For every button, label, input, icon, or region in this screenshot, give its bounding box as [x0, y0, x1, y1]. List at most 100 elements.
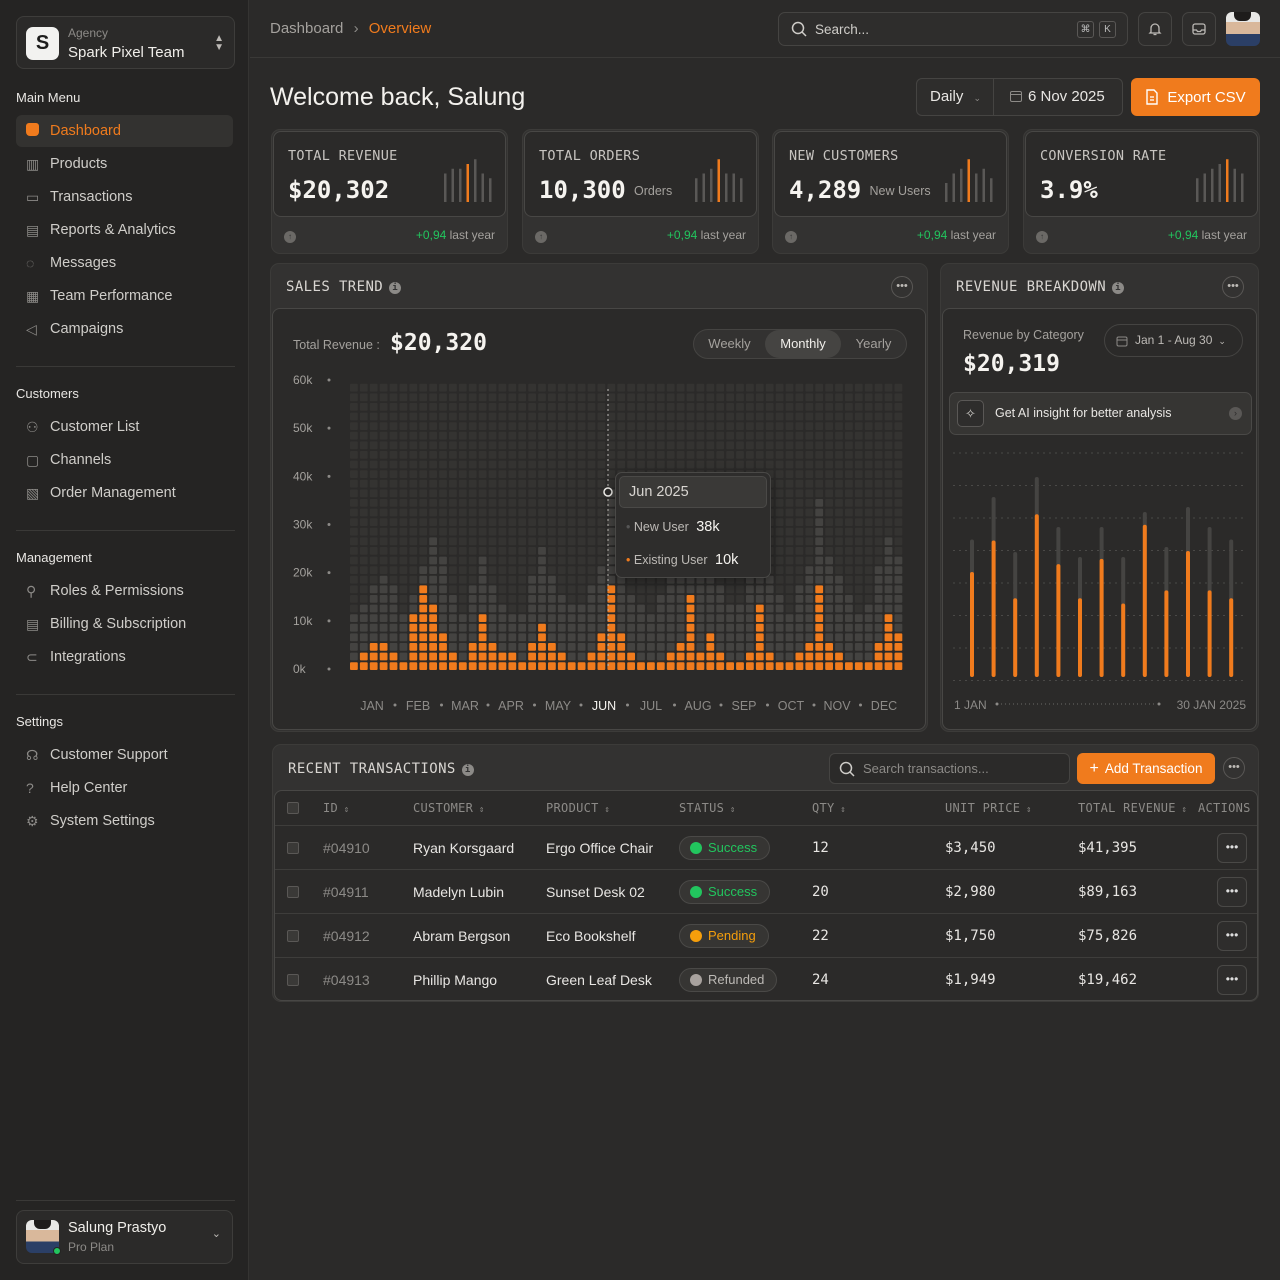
bar-cell [449, 489, 457, 498]
column-header-unit-price[interactable]: UNIT PRICE ⇕ [945, 801, 1032, 815]
inbox-button[interactable] [1182, 12, 1216, 46]
select-all-checkbox[interactable] [287, 802, 299, 814]
stat-delta: +0,94 [666, 228, 698, 242]
export-csv-button[interactable]: Export CSV [1131, 78, 1260, 116]
stat-delta-label: last year [1201, 228, 1247, 242]
breadcrumb-dashboard[interactable]: Dashboard [270, 20, 343, 37]
breadcrumb: Dashboard › Overview [270, 20, 431, 37]
table-row[interactable]: #04911 Madelyn Lubin Sunset Desk 02 Success… [275, 869, 1257, 913]
bar-cell [795, 527, 804, 536]
sidebar-item-customer-support[interactable]: ☊ Customer Support [16, 739, 233, 771]
bar-cell [617, 662, 626, 670]
sidebar-item-reports-analytics[interactable]: ▤ Reports & Analytics [16, 214, 233, 246]
sidebar-item-products[interactable]: ▥ Products [16, 148, 233, 180]
header-avatar[interactable] [1226, 12, 1260, 46]
bar-cell [548, 393, 556, 402]
team-switcher[interactable]: S Agency Spark Pixel Team ▲ ▼ [16, 16, 235, 69]
stat-title: TOTAL ORDERS [539, 148, 641, 164]
row-actions-button[interactable]: ••• [1217, 877, 1247, 907]
bar-cell [468, 595, 477, 603]
row-checkbox[interactable] [287, 974, 299, 986]
sidebar-item-customer-list[interactable]: ⚇ Customer List [16, 411, 233, 443]
column-header-id[interactable]: ID ⇕ [323, 801, 350, 815]
bar-cell [607, 604, 616, 613]
bar-cell [894, 537, 903, 546]
date-picker[interactable]: 6 Nov 2025 [995, 79, 1123, 115]
bar-cell [439, 575, 447, 584]
breadcrumb-overview[interactable]: Overview [369, 20, 432, 37]
bar-cell [548, 460, 556, 469]
sidebar-item-dashboard[interactable]: Dashboard [16, 115, 233, 147]
row-actions-button[interactable]: ••• [1217, 921, 1247, 951]
sales-trend-chart[interactable]: 60k50k40k30k20k10k0kJAN FEB MAR APR MAY JUN JU… [271, 264, 929, 733]
bar-cell [458, 652, 467, 661]
more-options-button[interactable]: ••• [1223, 757, 1245, 779]
sidebar-item-channels[interactable]: ▢ Channels [16, 444, 233, 476]
sparkline-bar [982, 168, 985, 202]
bar-cell [666, 595, 675, 603]
bar-cell [854, 556, 863, 565]
bar-cell [795, 585, 804, 594]
bar-cell [538, 595, 546, 603]
bar-cell [369, 393, 378, 402]
bar-cell [785, 662, 794, 670]
bar-cell [726, 393, 734, 402]
bar-cell [498, 451, 507, 459]
column-header-qty[interactable]: QTY ⇕ [812, 801, 846, 815]
transactions-search-input[interactable]: Search transactions... [829, 753, 1070, 784]
sidebar-item-transactions[interactable]: ▭ Transactions [16, 181, 233, 213]
sidebar-item-order-management[interactable]: ▧ Order Management [16, 477, 233, 509]
bar-cell [736, 643, 744, 651]
row-checkbox[interactable] [287, 886, 299, 898]
bar-cell [597, 412, 606, 421]
add-transaction-button[interactable]: + Add Transaction [1077, 753, 1215, 784]
table-row[interactable]: #04912 Abram Bergson Eco Bookshelf Pending 2… [275, 913, 1257, 957]
chart-icon: ▦ [26, 287, 40, 304]
bar-cell [597, 383, 606, 392]
bar-cell [478, 393, 487, 402]
row-checkbox[interactable] [287, 930, 299, 942]
global-search[interactable]: Search... ⌘ K [778, 12, 1128, 46]
x-tick-label: DEC [871, 699, 897, 713]
column-header-customer[interactable]: CUSTOMER ⇕ [413, 801, 485, 815]
info-icon[interactable]: i [461, 764, 474, 776]
sidebar-item-messages[interactable]: ◌ Messages [16, 247, 233, 279]
bar-cell [350, 547, 358, 555]
table-row[interactable]: #04910 Ryan Korsgaard Ergo Office Chair Suc… [275, 825, 1257, 869]
user-profile[interactable]: Salung Prastyo Pro Plan ⌄ [16, 1210, 233, 1264]
bar-cell [874, 633, 883, 642]
column-header-total-revenue[interactable]: TOTAL REVENUE ⇕ [1078, 801, 1187, 815]
bar-cell [597, 537, 606, 546]
notification-button[interactable] [1138, 12, 1172, 46]
bar-cell [528, 652, 536, 661]
bar-cell [825, 566, 833, 574]
bar-cell [458, 393, 467, 402]
sidebar-item-help-center[interactable]: ? Help Center [16, 772, 233, 804]
sidebar-item-system-settings[interactable]: ⚙ System Settings [16, 805, 233, 837]
column-header-status[interactable]: STATUS ⇕ [679, 801, 736, 815]
row-actions-button[interactable]: ••• [1217, 965, 1247, 995]
column-header-product[interactable]: PRODUCT ⇕ [546, 801, 610, 815]
row-checkbox[interactable] [287, 842, 299, 854]
row-actions-button[interactable]: ••• [1217, 833, 1247, 863]
bar-cell [825, 470, 833, 478]
bar-cell [755, 451, 764, 459]
sidebar-item-integrations[interactable]: ⊂ Integrations [16, 641, 233, 673]
range-select[interactable]: Daily ⌄ [917, 79, 994, 115]
bar-cell [726, 633, 734, 642]
bar-cell [528, 518, 536, 526]
sidebar-item-campaigns[interactable]: ◁ Campaigns [16, 313, 233, 345]
bar-cell [488, 547, 497, 555]
bar-cell [696, 441, 705, 450]
bar-cell [518, 633, 527, 642]
bar-cell [399, 652, 408, 661]
bar-cell [775, 585, 784, 594]
bar-cell [775, 508, 784, 517]
table-row[interactable]: #04913 Phillip Mango Green Leaf Desk Refund… [275, 957, 1257, 1001]
sidebar-item-roles-permissions[interactable]: ⚲ Roles & Permissions [16, 575, 233, 607]
bar-cell [676, 623, 685, 632]
bar-cell [666, 460, 675, 469]
sidebar-item-billing-subscription[interactable]: ▤ Billing & Subscription [16, 608, 233, 640]
bar-cell [458, 489, 467, 498]
sidebar-item-team-performance[interactable]: ▦ Team Performance [16, 280, 233, 312]
